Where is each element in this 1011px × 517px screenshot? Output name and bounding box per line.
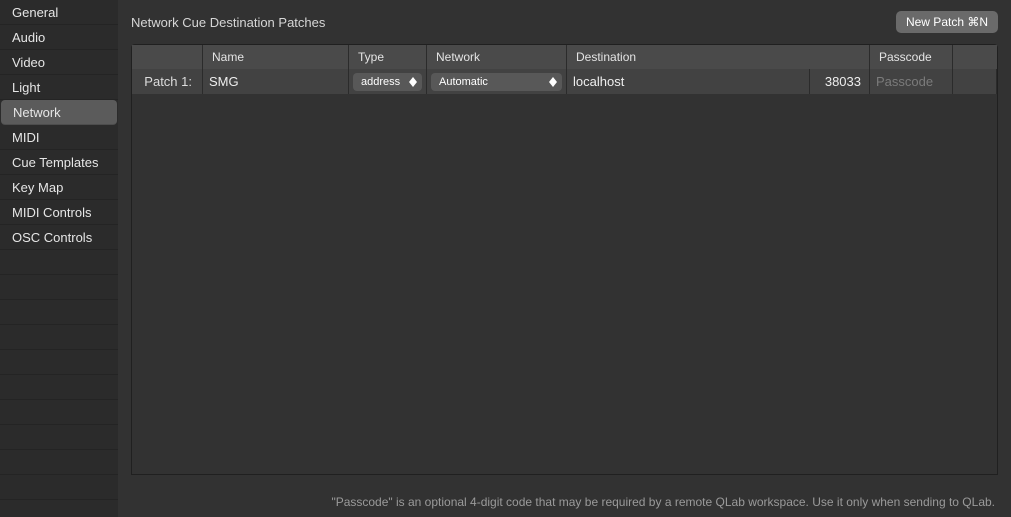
- sidebar-item-empty: .: [0, 250, 118, 275]
- sidebar-item-midi[interactable]: MIDI: [0, 125, 118, 150]
- sidebar-item-video[interactable]: Video: [0, 50, 118, 75]
- patch-passcode-cell[interactable]: [870, 69, 953, 94]
- sidebar-item-general[interactable]: General: [0, 0, 118, 25]
- table-header-end: [953, 45, 997, 69]
- table-header-name[interactable]: Name: [203, 45, 349, 69]
- sidebar-item-empty: .: [0, 300, 118, 325]
- patch-row-label: Patch 1:: [132, 69, 203, 94]
- patch-name-cell[interactable]: [203, 69, 349, 94]
- sidebar-item-empty: .: [0, 325, 118, 350]
- updown-icon: [547, 73, 559, 91]
- sidebar-item-empty: .: [0, 275, 118, 300]
- main-panel: Network Cue Destination Patches New Patc…: [118, 0, 1011, 517]
- patch-type-value: address: [361, 76, 400, 88]
- patch-name-input[interactable]: [209, 74, 342, 89]
- sidebar-item-empty: .: [0, 450, 118, 475]
- table-row: Patch 1: address Automatic: [132, 69, 997, 94]
- patch-destination-cell[interactable]: [567, 69, 810, 94]
- sidebar-item-empty: .: [0, 375, 118, 400]
- sidebar-item-midi-controls[interactable]: MIDI Controls: [0, 200, 118, 225]
- footer-note: "Passcode" is an optional 4-digit code t…: [134, 495, 995, 509]
- patch-port-cell[interactable]: [810, 69, 870, 94]
- sidebar-item-empty: .: [0, 350, 118, 375]
- patch-destination-input[interactable]: [573, 74, 803, 89]
- patch-type-select[interactable]: address: [353, 73, 422, 91]
- table-header-destination[interactable]: Destination: [567, 45, 870, 69]
- sidebar-item-light[interactable]: Light: [0, 75, 118, 100]
- sidebar-item-audio[interactable]: Audio: [0, 25, 118, 50]
- patch-network-value: Automatic: [439, 76, 488, 88]
- table-header-row: Name Type Network Destination Passcode: [132, 45, 997, 69]
- sidebar-item-empty: .: [0, 475, 118, 500]
- sidebar-item-key-map[interactable]: Key Map: [0, 175, 118, 200]
- patch-network-select[interactable]: Automatic: [431, 73, 562, 91]
- table-header-network[interactable]: Network: [427, 45, 567, 69]
- sidebar-item-osc-controls[interactable]: OSC Controls: [0, 225, 118, 250]
- page-title: Network Cue Destination Patches: [131, 15, 325, 30]
- patch-passcode-input[interactable]: [876, 74, 946, 89]
- table-header-passcode[interactable]: Passcode: [870, 45, 953, 69]
- patch-port-input[interactable]: [816, 74, 861, 89]
- patch-type-cell: address: [349, 69, 427, 94]
- sidebar: General Audio Video Light Network MIDI C…: [0, 0, 118, 517]
- patches-table: Name Type Network Destination Passcode P…: [131, 44, 998, 475]
- sidebar-item-empty: .: [0, 500, 118, 517]
- patch-network-cell: Automatic: [427, 69, 567, 94]
- updown-icon: [407, 73, 419, 91]
- table-header-type[interactable]: Type: [349, 45, 427, 69]
- table-header-blank: [132, 45, 203, 69]
- sidebar-item-empty: .: [0, 400, 118, 425]
- sidebar-item-empty: .: [0, 425, 118, 450]
- new-patch-button[interactable]: New Patch ⌘N: [896, 11, 998, 33]
- patch-row-end: [953, 69, 997, 94]
- sidebar-item-cue-templates[interactable]: Cue Templates: [0, 150, 118, 175]
- sidebar-item-network[interactable]: Network: [1, 100, 117, 125]
- main-header: Network Cue Destination Patches New Patc…: [118, 0, 1011, 44]
